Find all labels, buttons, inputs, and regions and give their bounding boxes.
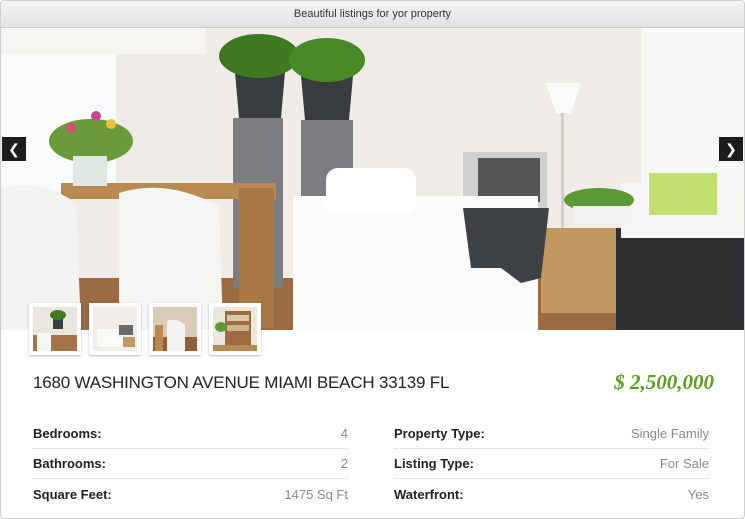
spec-row-waterfront: Waterfront: Yes <box>394 479 709 509</box>
thumbnail-chairs[interactable] <box>149 303 201 355</box>
spec-label: Property Type: <box>394 426 485 441</box>
main-photo <box>1 28 744 330</box>
spec-row-bedrooms: Bedrooms: 4 <box>33 419 348 449</box>
listing-window: Beautiful listings for yor property ❮ ❯ … <box>0 0 745 519</box>
spec-row-listing-type: Listing Type: For Sale <box>394 449 709 479</box>
listing-price: $ 2,500,000 <box>614 370 714 394</box>
thumbnail-shelf[interactable] <box>209 303 261 355</box>
spec-value: Yes <box>687 486 709 502</box>
window-title: Beautiful listings for yor property <box>1 1 744 28</box>
spec-row-bathrooms: Bathrooms: 2 <box>33 449 348 479</box>
thumbnail-living-room[interactable] <box>89 303 141 355</box>
spec-label: Square Feet: <box>33 486 112 502</box>
spec-label: Bedrooms: <box>33 426 102 441</box>
specs-left: Bedrooms: 4 Bathrooms: 2 Square Feet: 14… <box>33 419 348 509</box>
gallery-prev-button[interactable]: ❮ <box>2 137 26 161</box>
spec-value: For Sale <box>659 456 709 471</box>
spec-row-square-feet: Square Feet: 1475 Sq Ft <box>33 479 348 509</box>
listing-address: 1680 WASHINGTON AVENUE MIAMI BEACH 33139… <box>33 373 450 392</box>
gallery-next-button[interactable]: ❯ <box>719 137 743 161</box>
spec-row-property-type: Property Type: Single Family <box>394 419 709 449</box>
chevron-left-icon: ❮ <box>8 141 20 157</box>
spec-value: 4 <box>340 426 348 441</box>
spec-value: Single Family <box>630 426 709 441</box>
spec-label: Bathrooms: <box>33 456 106 471</box>
chevron-right-icon: ❯ <box>725 141 737 157</box>
spec-value: 2 <box>340 456 348 471</box>
specs-right: Property Type: Single Family Listing Typ… <box>394 419 709 509</box>
thumbnail-strip <box>29 303 261 355</box>
spec-value: 1475 Sq Ft <box>284 486 348 502</box>
thumbnail-dining-room[interactable] <box>29 303 81 355</box>
spec-label: Waterfront: <box>394 486 464 502</box>
spec-label: Listing Type: <box>394 456 474 471</box>
